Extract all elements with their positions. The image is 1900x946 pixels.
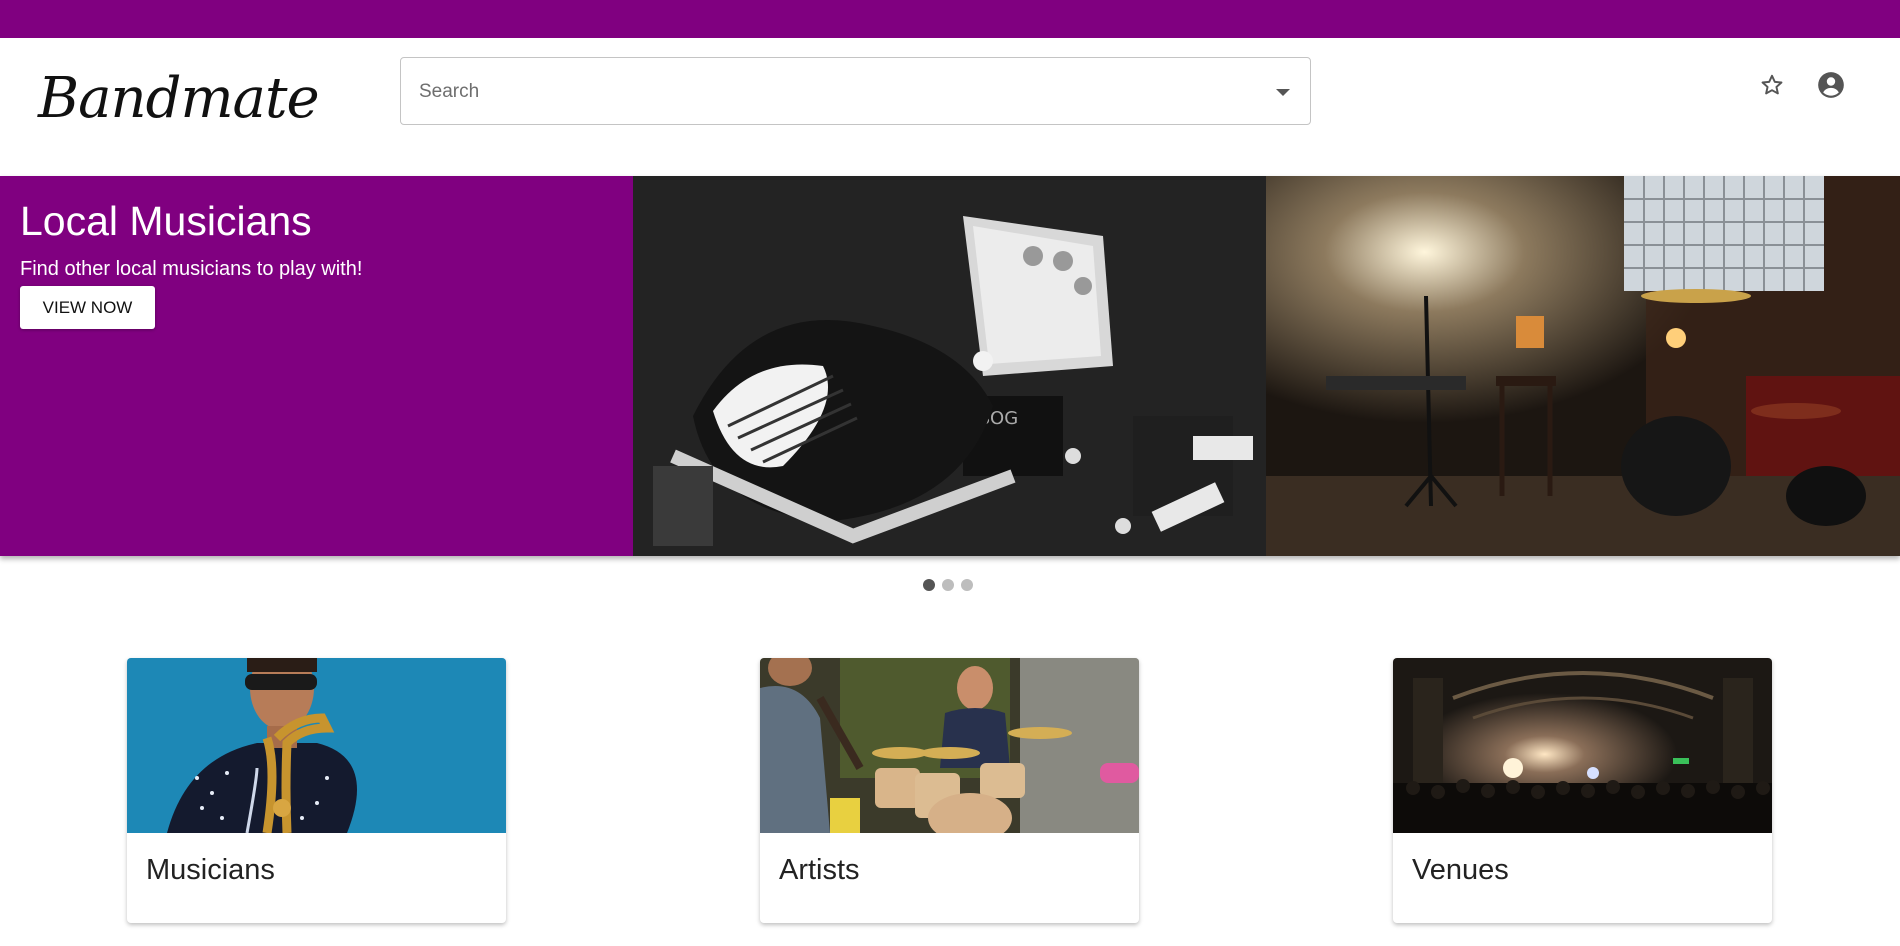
search-input[interactable]	[417, 58, 1261, 126]
top-accent-bar	[0, 0, 1900, 38]
drummer-photo	[760, 658, 1139, 833]
app-header: Bandmate	[0, 38, 1900, 176]
carousel-slide-text: Local Musicians Find other local musicia…	[0, 176, 633, 556]
stage-image	[1266, 176, 1900, 556]
star-icon	[1761, 74, 1783, 95]
card-musicians[interactable]: Musicians	[127, 658, 506, 923]
drummer-image	[760, 658, 1139, 833]
concert-hall-image	[1393, 658, 1772, 833]
account-button[interactable]	[1816, 70, 1846, 100]
saxophonist-image	[127, 658, 506, 833]
saxophonist-photo	[127, 658, 506, 833]
carousel-indicators	[923, 579, 973, 591]
card-title-musicians: Musicians	[146, 854, 275, 886]
carousel-dot-2[interactable]	[942, 579, 954, 591]
carousel-subtitle: Find other local musicians to play with!	[20, 258, 363, 280]
card-artists[interactable]: Artists	[760, 658, 1139, 923]
carousel-dot-1[interactable]	[923, 579, 935, 591]
card-title-venues: Venues	[1412, 854, 1509, 886]
chevron-down-icon[interactable]	[1276, 89, 1290, 96]
carousel-title: Local Musicians	[20, 198, 312, 244]
favorites-button[interactable]	[1757, 70, 1787, 100]
search-box[interactable]	[400, 57, 1311, 126]
carousel-dot-3[interactable]	[961, 579, 973, 591]
app-logo[interactable]: Bandmate	[38, 66, 320, 131]
card-venues[interactable]: Venues	[1393, 658, 1772, 923]
account-icon	[1818, 72, 1844, 98]
stage-photo	[1266, 176, 1900, 556]
card-title-artists: Artists	[779, 854, 860, 886]
pedalboard-photo: BOG	[633, 176, 1266, 556]
hero-carousel: Local Musicians Find other local musicia…	[0, 176, 1900, 556]
pedalboard-image: BOG	[633, 176, 1266, 556]
concert-hall-photo	[1393, 658, 1772, 833]
view-now-button[interactable]: VIEW NOW	[20, 286, 155, 329]
